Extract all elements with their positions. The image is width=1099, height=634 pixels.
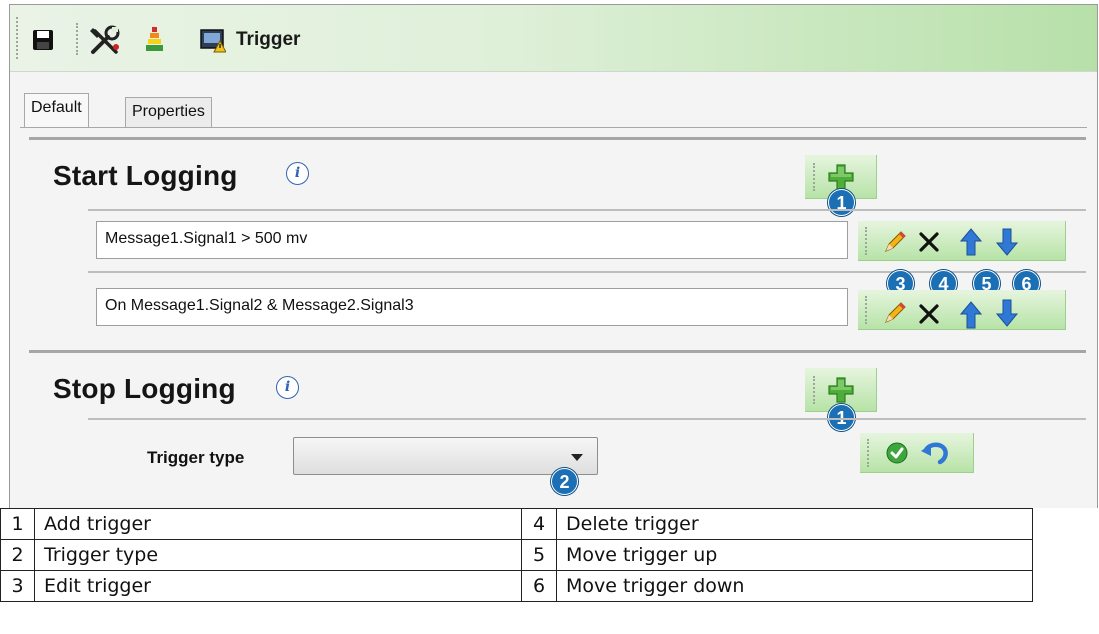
legend-number: 6 [521, 570, 557, 602]
tab-default[interactable]: Default [24, 93, 89, 128]
row-separator [88, 209, 1086, 211]
button-grip [813, 163, 817, 191]
pencil-icon[interactable] [882, 300, 908, 326]
tab-divider [20, 127, 1087, 128]
trigger-actions-2 [858, 290, 1066, 330]
arrow-up-icon[interactable] [960, 300, 982, 330]
confirm-actions [860, 433, 974, 473]
section-separator [29, 350, 1086, 353]
arrow-up-icon[interactable] [960, 227, 982, 257]
legend-label: Move trigger down [556, 570, 1033, 602]
level-icon[interactable] [143, 25, 167, 58]
pencil-icon[interactable] [882, 229, 908, 255]
save-icon[interactable] [32, 29, 54, 56]
legend-number: 1 [0, 508, 35, 540]
delete-icon[interactable] [918, 303, 940, 325]
undo-icon[interactable] [920, 440, 950, 466]
trigger-window: Trigger Default Properties Start Logging… [9, 4, 1098, 508]
legend-label: Move trigger up [556, 539, 1033, 571]
button-grip [865, 227, 869, 255]
legend-label: Add trigger [34, 508, 522, 540]
toolbar-separator [76, 23, 80, 55]
legend-number: 5 [521, 539, 557, 571]
tools-icon[interactable] [90, 25, 122, 60]
start-logging-title: Start Logging [53, 160, 238, 191]
callout-badge-type: 2 [551, 468, 578, 495]
tab-properties[interactable]: Properties [125, 97, 212, 128]
button-grip [865, 296, 869, 324]
chevron-down-icon [571, 454, 583, 461]
monitor-warning-icon[interactable] [200, 29, 227, 58]
delete-icon[interactable] [918, 231, 940, 253]
section-separator [29, 137, 1086, 140]
toolbar-grip[interactable] [16, 17, 20, 59]
check-icon[interactable] [886, 442, 908, 464]
toolbar: Trigger [10, 5, 1097, 72]
info-icon[interactable]: i [286, 162, 309, 185]
trigger-condition-2[interactable]: On Message1.Signal2 & Message2.Signal3 [96, 288, 848, 326]
button-grip [813, 376, 817, 404]
legend-label: Edit trigger [34, 570, 522, 602]
trigger-type-dropdown[interactable] [293, 437, 598, 475]
button-grip [867, 439, 871, 467]
stop-logging-title: Stop Logging [53, 373, 236, 404]
plus-icon [828, 164, 854, 190]
legend-table: 1 Add trigger 4 Delete trigger 2 Trigger… [0, 508, 1033, 602]
arrow-down-icon[interactable] [996, 227, 1018, 257]
arrow-down-icon[interactable] [996, 298, 1018, 328]
legend-number: 4 [521, 508, 557, 540]
legend-label: Trigger type [34, 539, 522, 571]
plus-icon [828, 377, 854, 403]
trigger-actions-1 [858, 221, 1066, 261]
legend-number: 2 [0, 539, 35, 571]
trigger-type-label: Trigger type [147, 448, 245, 467]
trigger-condition-1[interactable]: Message1.Signal1 > 500 mv [96, 221, 848, 259]
legend-row: 2 Trigger type 5 Move trigger up [0, 539, 1033, 571]
legend-row: 3 Edit trigger 6 Move trigger down [0, 570, 1033, 602]
toolbar-title: Trigger [236, 29, 301, 50]
legend-label: Delete trigger [556, 508, 1033, 540]
row-separator [88, 418, 1086, 420]
legend-number: 3 [0, 570, 35, 602]
callout-badge-add: 1 [828, 189, 855, 216]
info-icon[interactable]: i [276, 376, 299, 399]
legend-row: 1 Add trigger 4 Delete trigger [0, 508, 1033, 540]
